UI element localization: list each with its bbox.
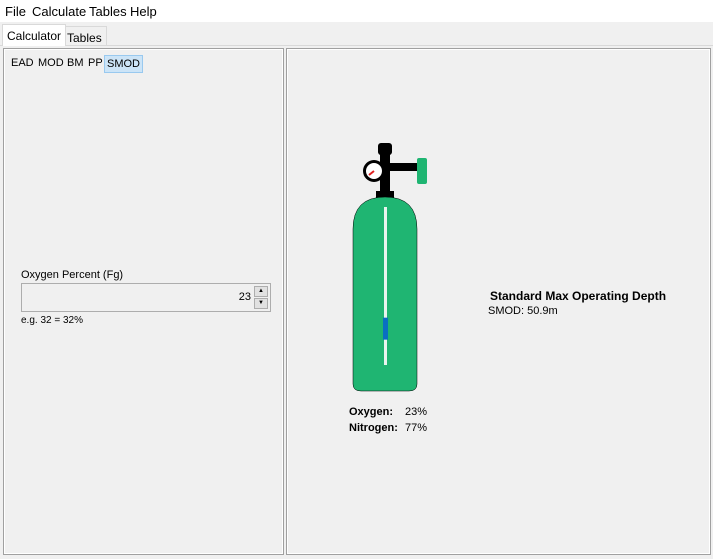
oxygen-percent-spinner[interactable]: 23 ▲ ▼ (21, 283, 271, 312)
result-title: Standard Max Operating Depth (490, 289, 667, 303)
oxygen-label: Oxygen: (349, 406, 394, 418)
level-tube (384, 207, 387, 365)
tab-strip: Calculator Tables (0, 23, 713, 46)
oxygen-value: 23% (405, 406, 428, 418)
menu-file[interactable]: File (5, 4, 26, 19)
tab-tables[interactable]: Tables (62, 26, 107, 46)
nitrogen-label: Nitrogen: (349, 422, 398, 434)
smod-result: SMOD: 50.9m (488, 305, 558, 317)
scuba-tank-icon (352, 143, 427, 392)
oxygen-percent-label: Oxygen Percent (Fg) (21, 269, 124, 281)
menu-calculate[interactable]: Calculate (32, 4, 86, 19)
oxygen-level-marker (383, 317, 388, 340)
mode-pp[interactable]: PP (86, 55, 105, 73)
nitrogen-value: 77% (405, 422, 428, 434)
arrow-up-icon: ▲ (258, 288, 264, 294)
mode-bm[interactable]: BM (65, 55, 86, 73)
result-panel: Oxygen: 23% Nitrogen: 77% Standard Max O… (286, 48, 711, 555)
mode-ead[interactable]: EAD (9, 55, 36, 73)
menu-help[interactable]: Help (130, 4, 157, 19)
valve-knob (417, 158, 427, 184)
input-panel: EAD MOD BM PP SMOD Oxygen Percent (Fg) 2… (3, 48, 284, 555)
mode-smod[interactable]: SMOD (104, 55, 143, 73)
spin-down-button[interactable]: ▼ (254, 298, 268, 309)
input-hint: e.g. 32 = 32% (21, 315, 83, 326)
spin-up-button[interactable]: ▲ (254, 286, 268, 297)
oxygen-percent-value[interactable]: 23 (239, 291, 251, 303)
tab-calculator[interactable]: Calculator (2, 24, 67, 46)
menu-bar: File Calculate Tables Help (0, 0, 713, 23)
mode-mod[interactable]: MOD (36, 55, 66, 73)
valve-connector (390, 163, 420, 171)
menu-tables[interactable]: Tables (89, 4, 127, 19)
tab-divider (0, 45, 713, 46)
arrow-down-icon: ▼ (258, 300, 264, 306)
